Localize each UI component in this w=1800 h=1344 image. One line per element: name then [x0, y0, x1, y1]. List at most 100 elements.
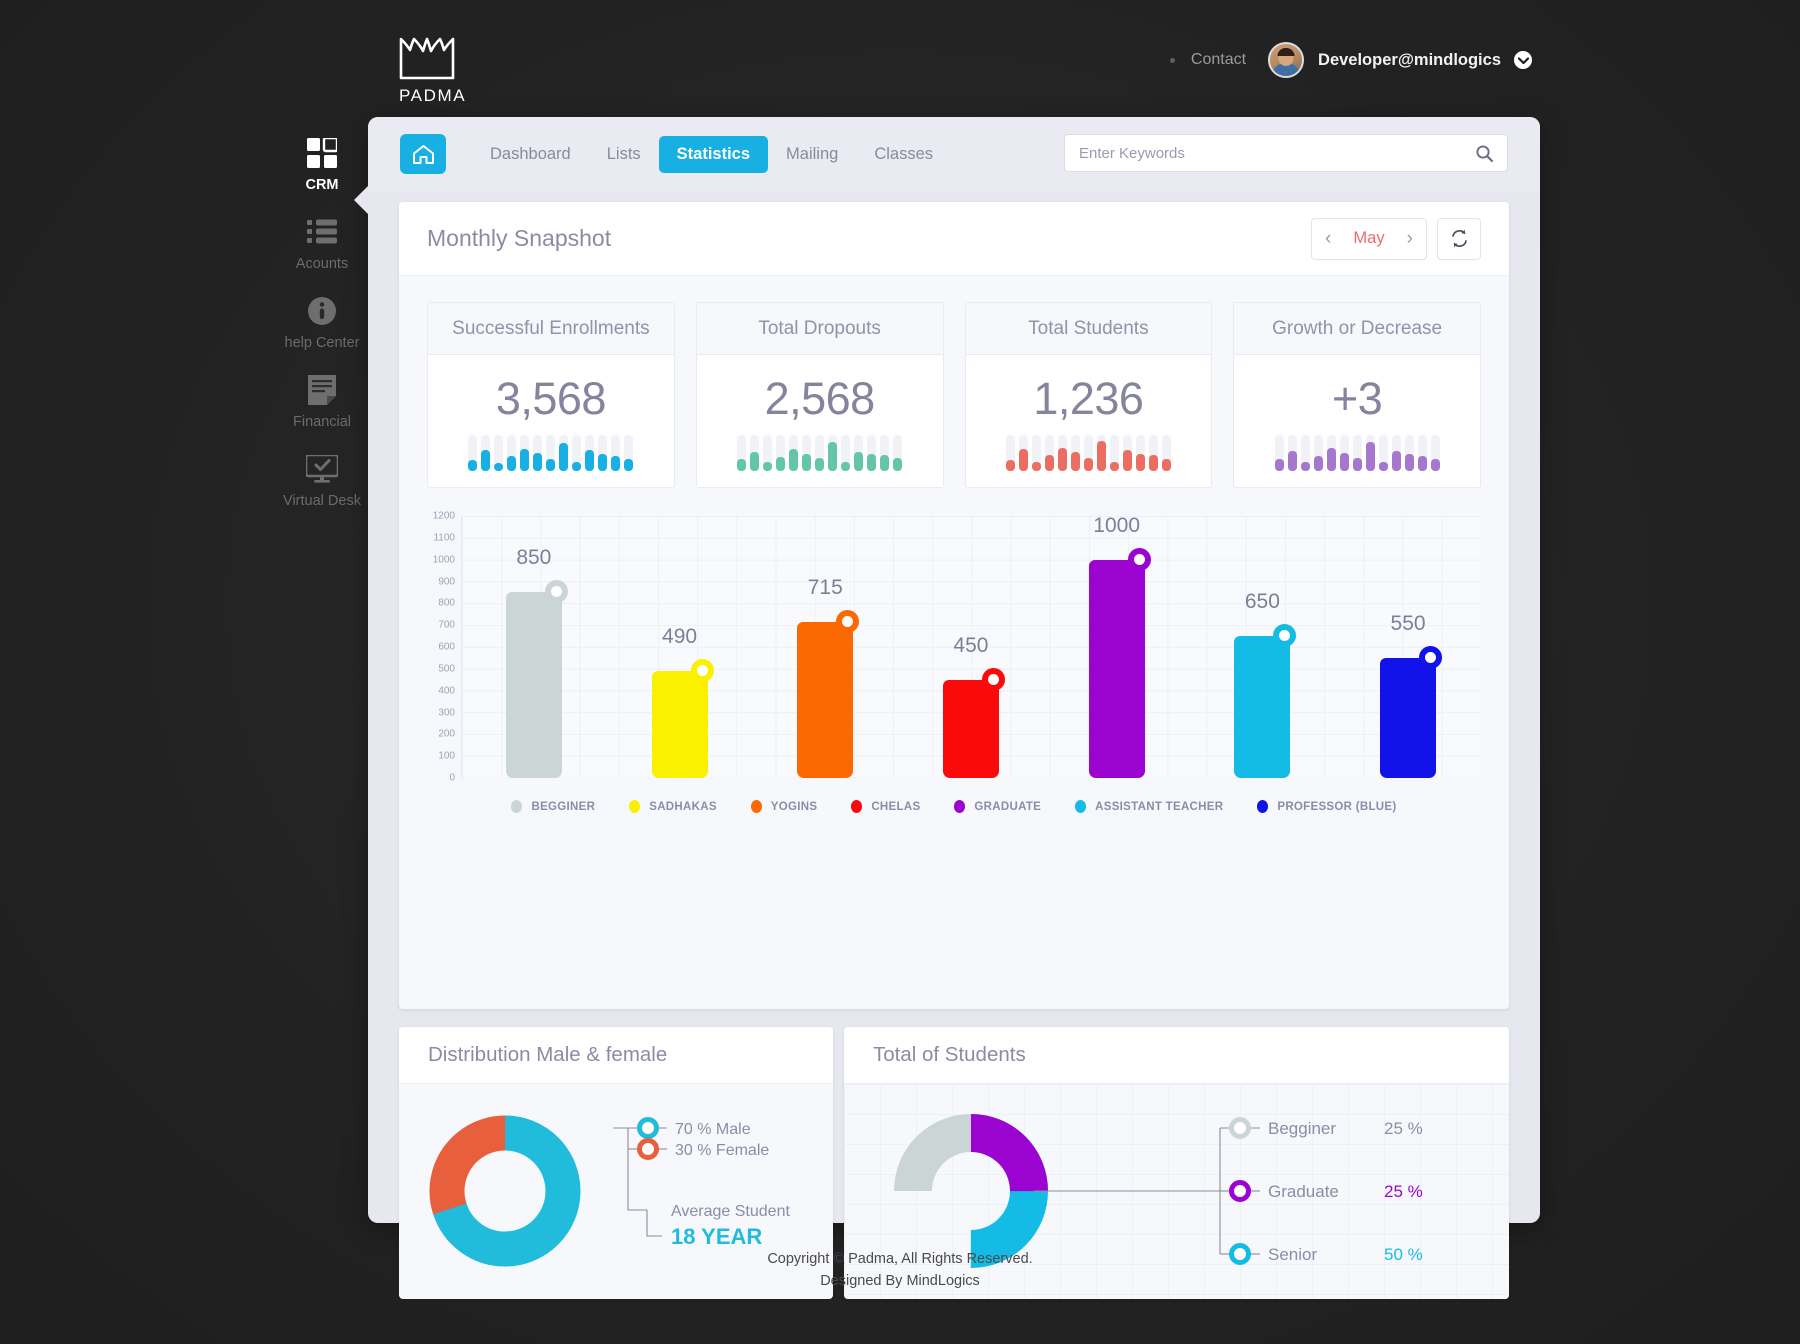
female-pct-label: 30 % Female	[675, 1142, 769, 1159]
tab-lists[interactable]: Lists	[589, 136, 659, 173]
legend-dot-icon	[511, 800, 523, 813]
bar-marker-dot	[836, 609, 860, 633]
sidebar-item-acounts[interactable]: Acounts	[262, 215, 382, 272]
search-input[interactable]	[1065, 144, 1476, 162]
sparkline-bar	[1031, 435, 1041, 471]
legend-dot-icon	[954, 800, 966, 813]
month-value[interactable]: May	[1353, 229, 1384, 248]
stat-card-header: Growth or Decrease	[1234, 303, 1480, 355]
sparkline-bar-fill	[1057, 447, 1067, 471]
bar-slot[interactable]: 450	[942, 516, 1005, 778]
sparkline-bar-fill	[776, 456, 786, 471]
label-graduate: Graduate	[1268, 1182, 1339, 1201]
avatar[interactable]	[1268, 42, 1305, 78]
bar-value-label: 450	[953, 633, 989, 657]
bar-slot[interactable]: 1000	[1088, 514, 1151, 778]
sidebar-item-help-center[interactable]: help Center	[262, 294, 382, 351]
home-button[interactable]	[400, 134, 446, 174]
y-axis-tick: 800	[438, 597, 455, 609]
sparkline-bar-fill	[624, 458, 634, 471]
tab-mailing[interactable]: Mailing	[768, 136, 856, 173]
average-student-caption: Average Student	[671, 1203, 790, 1220]
sparkline-bar	[1083, 435, 1093, 471]
legend-dot-icon	[750, 800, 762, 813]
sparkline-bar-fill	[1109, 461, 1119, 471]
chevron-right-icon[interactable]: ›	[1407, 229, 1413, 248]
stat-value: 3,568	[495, 373, 607, 424]
grid-icon	[307, 136, 337, 170]
stat-label: Total Students	[1028, 317, 1149, 339]
sparkline-bar	[1352, 435, 1362, 471]
stat-label: Successful Enrollments	[452, 317, 650, 339]
search-box[interactable]	[1064, 134, 1508, 172]
header-tools: ‹ May ›	[1311, 217, 1481, 260]
y-axis-tick: 500	[438, 663, 455, 675]
legend-dot-male	[637, 1117, 659, 1139]
legend-dot-graduate	[1229, 1180, 1251, 1202]
legend-item[interactable]: PROFESSOR (BLUE)	[1257, 800, 1396, 813]
tab-dashboard[interactable]: Dashboard	[472, 136, 589, 173]
content-panel: Dashboard Lists Statistics Mailing Class…	[354, 117, 1540, 1299]
sparkline-bar-fill	[789, 448, 799, 471]
sidebar-item-financial[interactable]: Financial	[262, 373, 382, 430]
legend-dot-female	[637, 1138, 659, 1160]
brand-logo[interactable]: PADMA	[399, 36, 519, 106]
sparkline-bar	[585, 435, 595, 471]
stat-card-header: Total Dropouts	[696, 303, 943, 355]
sparkline-bar-fill	[1404, 454, 1414, 471]
bar[interactable]	[1380, 645, 1443, 778]
sparkline-bar	[1109, 435, 1119, 471]
bar-slot[interactable]: 550	[1380, 516, 1443, 778]
copyright-line: Copyright © Padma, All Rights Reserved.	[767, 1251, 1033, 1267]
bar-marker-dot	[981, 667, 1005, 691]
sparkline-bar	[1274, 435, 1284, 471]
sparkline-chart	[1274, 435, 1440, 471]
sparkline-bar-fill	[854, 451, 864, 471]
bar-value-label: 850	[516, 546, 552, 570]
bar[interactable]	[505, 580, 568, 778]
sparkline-bar-fill	[1018, 449, 1028, 471]
sparkline-bar	[1287, 435, 1297, 471]
legend-item[interactable]: CHELAS	[851, 800, 920, 813]
chevron-down-icon[interactable]	[1514, 51, 1532, 69]
tab-classes[interactable]: Classes	[856, 136, 951, 173]
contact-link[interactable]: Contact	[1191, 51, 1246, 69]
bar[interactable]	[1088, 547, 1151, 778]
sidebar-item-virtual-desk[interactable]: Virtual Desk	[262, 452, 382, 509]
y-axis-tick: 300	[438, 707, 455, 718]
bar[interactable]	[797, 609, 860, 778]
nav-links: Dashboard Lists Statistics Mailing Class…	[472, 135, 951, 173]
bar[interactable]	[1234, 624, 1297, 778]
refresh-button[interactable]	[1437, 217, 1481, 260]
sparkline-bar-fill	[1339, 453, 1349, 471]
sparkline-bar	[1300, 435, 1310, 471]
legend-item[interactable]: GRADUATE	[954, 800, 1041, 813]
legend-item[interactable]: BEGGINER	[511, 800, 595, 813]
bar-slot[interactable]: 850	[505, 516, 568, 778]
sparkline-bar	[520, 435, 530, 471]
average-student-value: 18 YEAR	[671, 1224, 762, 1249]
legend-item[interactable]: YOGINS	[750, 800, 818, 813]
bar-slot[interactable]: 650	[1234, 516, 1297, 778]
bar-slot[interactable]: 715	[797, 516, 860, 778]
bar[interactable]	[942, 667, 1005, 778]
tab-statistics[interactable]: Statistics	[658, 135, 769, 173]
bar[interactable]	[651, 659, 714, 778]
search-icon[interactable]	[1476, 144, 1507, 162]
y-axis-tick: 900	[438, 576, 455, 587]
sparkline-bar	[1365, 435, 1375, 471]
y-axis-tick: 1000	[432, 554, 455, 566]
sparkline-bar	[776, 435, 786, 471]
legend-item[interactable]: ASSISTANT TEACHER	[1075, 800, 1223, 813]
sparkline-bar-fill	[841, 461, 851, 471]
chevron-left-icon[interactable]: ‹	[1325, 229, 1331, 248]
footer: Copyright © Padma, All Rights Reserved. …	[0, 1248, 1800, 1293]
bar-chart-section: 1200 1100 1000 900 800 700 600 500 400 300 200 100 0…	[399, 488, 1509, 813]
sparkline-bar-fill	[1313, 455, 1323, 471]
bar-slot[interactable]: 490	[651, 516, 714, 778]
legend-dot-begginer	[1229, 1117, 1251, 1139]
legend-item[interactable]: SADHAKAS	[629, 800, 717, 813]
sparkline-bar	[854, 435, 864, 471]
sparkline-bar-fill	[546, 458, 556, 471]
stat-card-enrollments: Successful Enrollments 3,568	[427, 302, 675, 488]
